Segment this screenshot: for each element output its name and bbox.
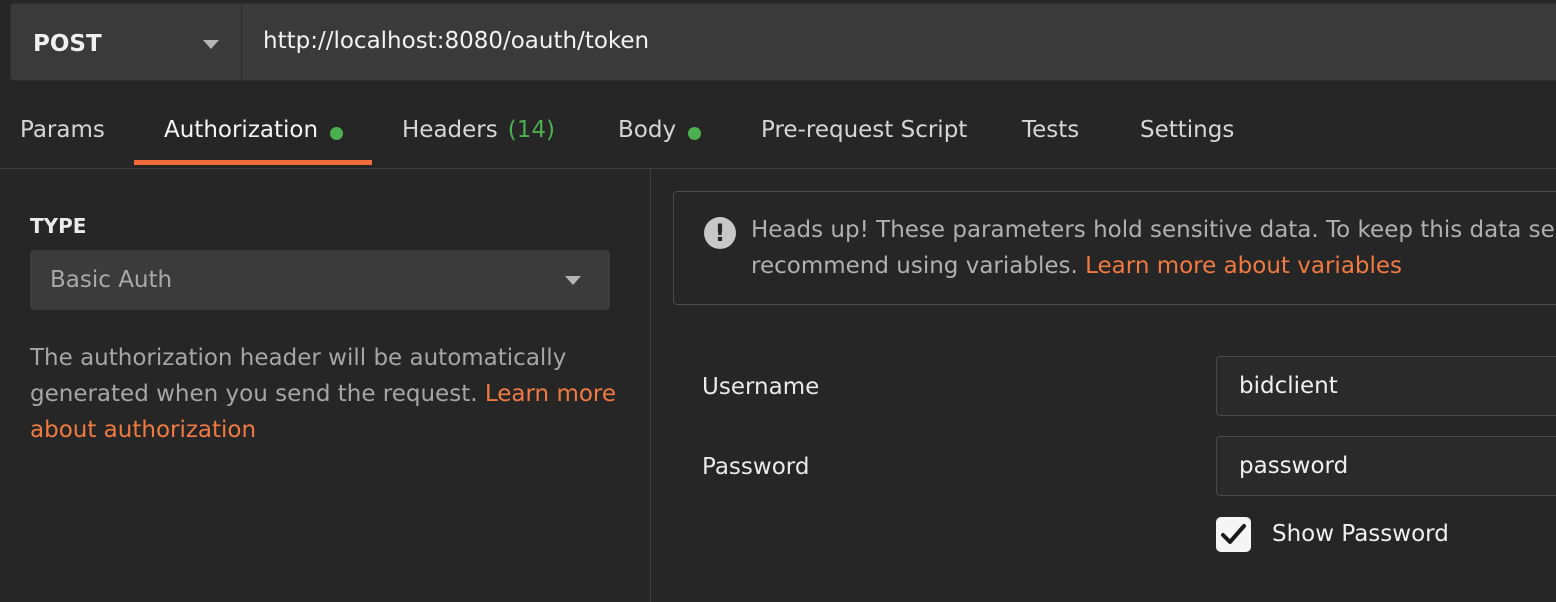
pane-divider[interactable] (650, 169, 651, 602)
status-dot-icon (330, 127, 344, 140)
password-field[interactable]: password (1216, 436, 1556, 496)
request-bar: POST (10, 3, 1556, 81)
divider (241, 4, 242, 80)
auth-type-value: Basic Auth (50, 267, 173, 293)
method-select[interactable]: POST (11, 4, 241, 80)
method-label: POST (33, 31, 102, 57)
password-value: password (1239, 453, 1349, 479)
username-value: bidclient (1239, 373, 1338, 399)
chevron-down-icon (565, 276, 581, 285)
tab-headers[interactable]: Headers (14) (402, 105, 555, 167)
tab-settings[interactable]: Settings (1140, 105, 1234, 167)
notice-line-1: Heads up! These parameters hold sensitiv… (751, 217, 1556, 243)
tab-pre-request-script[interactable]: Pre-request Script (761, 105, 967, 167)
auth-help-text: The authorization header will be automat… (30, 340, 630, 448)
tab-tests[interactable]: Tests (1022, 105, 1079, 167)
tab-label: Headers (402, 117, 498, 143)
tab-label: Body (618, 117, 677, 143)
url-input[interactable] (263, 28, 1463, 54)
active-tab-indicator (134, 160, 372, 165)
notice-line-2: recommend using variables. (751, 253, 1086, 279)
tab-label: Tests (1022, 117, 1080, 143)
auth-type-select[interactable]: Basic Auth (30, 250, 610, 310)
chevron-down-icon (203, 40, 219, 49)
checkmark-icon (1221, 524, 1246, 544)
sensitive-data-notice: ! Heads up! These parameters hold sensit… (673, 191, 1556, 305)
auth-type-heading: TYPE (30, 214, 87, 238)
show-password-label[interactable]: Show Password (1272, 521, 1449, 547)
tab-authorization[interactable]: Authorization (164, 105, 344, 167)
tab-count-badge: (14) (507, 117, 555, 143)
tab-label: Settings (1140, 117, 1235, 143)
info-exclamation-icon: ! (704, 217, 736, 249)
auth-editor: POST Params Authorization Headers (14) B… (0, 0, 1556, 602)
show-password-checkbox[interactable] (1216, 517, 1251, 552)
password-label: Password (702, 454, 810, 480)
tab-label: Params (20, 117, 105, 143)
tab-params[interactable]: Params (20, 105, 105, 167)
learn-more-variables-link[interactable]: Learn more about variables (1085, 253, 1402, 279)
status-dot-icon (688, 127, 702, 140)
username-field[interactable]: bidclient (1216, 356, 1556, 416)
divider (0, 168, 1556, 169)
tab-label: Authorization (164, 117, 319, 143)
tab-body[interactable]: Body (618, 105, 702, 167)
username-label: Username (702, 374, 820, 400)
tab-label: Pre-request Script (761, 117, 968, 143)
notice-text: Heads up! These parameters hold sensitiv… (751, 212, 1556, 284)
